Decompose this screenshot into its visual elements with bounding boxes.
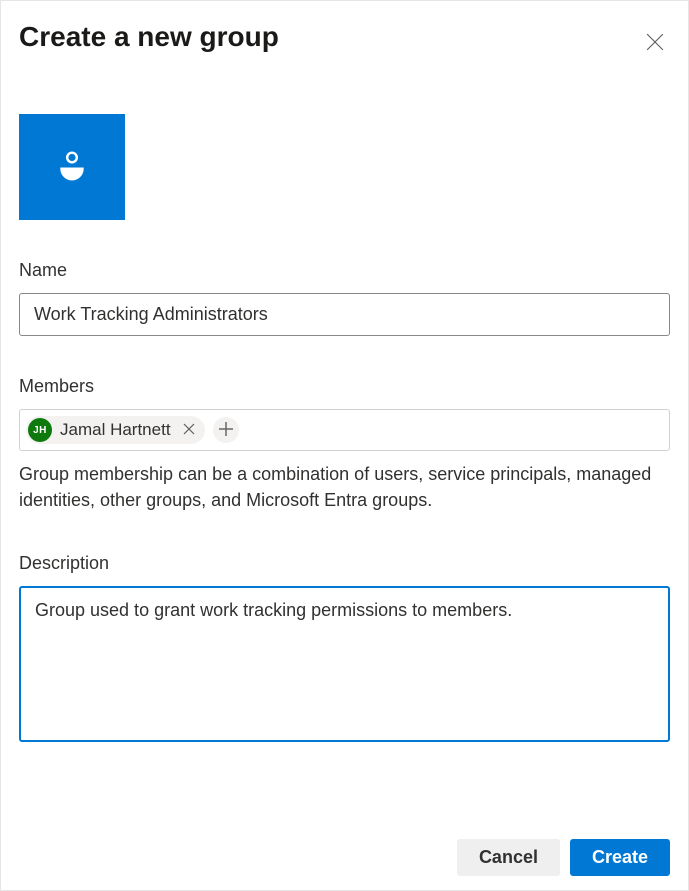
name-label: Name bbox=[19, 260, 670, 281]
members-help-text: Group membership can be a combination of… bbox=[19, 461, 670, 513]
x-icon bbox=[183, 423, 195, 438]
group-avatar-tile[interactable] bbox=[19, 114, 125, 220]
dialog-title: Create a new group bbox=[19, 19, 279, 55]
description-input[interactable] bbox=[19, 586, 670, 742]
close-button[interactable] bbox=[638, 25, 672, 62]
remove-member-button[interactable] bbox=[179, 421, 199, 440]
member-chip-name: Jamal Hartnett bbox=[60, 420, 171, 440]
add-member-button[interactable] bbox=[213, 417, 239, 443]
members-input[interactable]: JH Jamal Hartnett bbox=[19, 409, 670, 451]
create-button[interactable]: Create bbox=[570, 839, 670, 876]
member-chip: JH Jamal Hartnett bbox=[26, 416, 205, 444]
description-label: Description bbox=[19, 553, 670, 574]
members-label: Members bbox=[19, 376, 670, 397]
plus-icon bbox=[219, 422, 233, 439]
cancel-button[interactable]: Cancel bbox=[457, 839, 560, 876]
avatar: JH bbox=[28, 418, 52, 442]
name-input[interactable] bbox=[19, 293, 670, 336]
person-icon bbox=[54, 147, 90, 188]
close-icon bbox=[646, 33, 664, 54]
